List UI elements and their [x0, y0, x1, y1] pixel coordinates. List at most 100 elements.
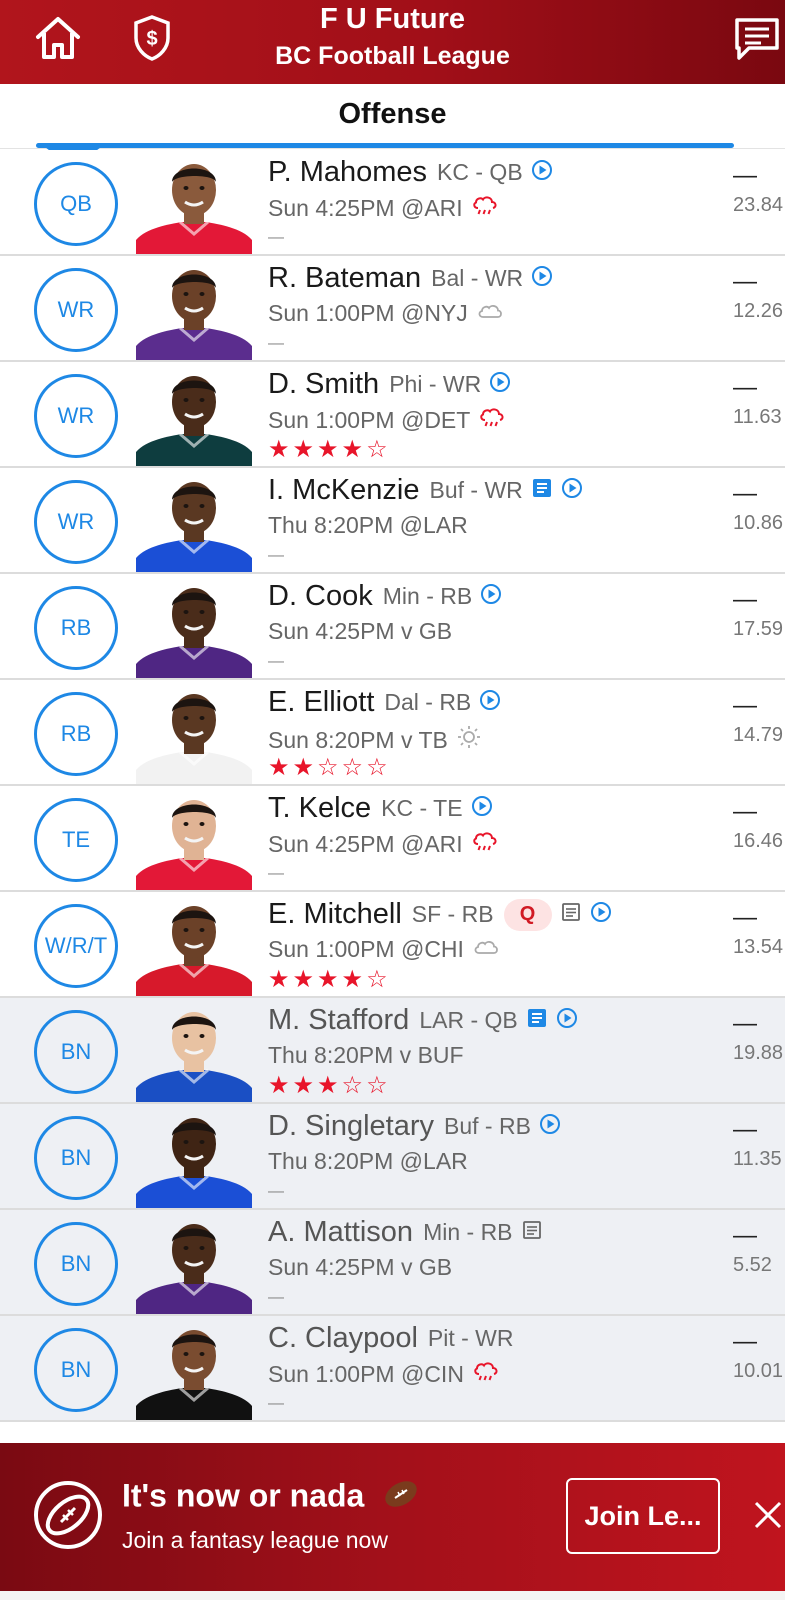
player-name-line: E. Mitchell SF - RB Q [268, 898, 612, 931]
player-photo[interactable] [136, 576, 252, 678]
player-game-line: Sun 1:00PM @DET [268, 406, 506, 434]
player-photo[interactable] [136, 1000, 252, 1102]
roster-slot-button[interactable]: WR [34, 268, 118, 352]
projected-points: 17.59 [733, 618, 784, 640]
projected-points: 16.46 [733, 830, 784, 852]
actual-points: — [733, 692, 757, 719]
matchup-rating-stars: ★★★☆☆ [268, 1072, 391, 1099]
cloud-weather-icon [476, 300, 504, 327]
player-rating-line: — [268, 544, 284, 568]
video-play-icon[interactable] [531, 265, 553, 292]
player-photo[interactable] [136, 894, 252, 996]
player-name[interactable]: D. Cook [268, 580, 373, 613]
position-tab-bar: Offense [0, 84, 785, 169]
actual-points: — [733, 586, 757, 613]
player-name[interactable]: D. Smith [268, 368, 379, 401]
player-name[interactable]: E. Mitchell [268, 898, 402, 931]
player-row[interactable]: BN A. Mattison Min - RB Sun 4:25PM v GB — — 5.… [0, 1210, 785, 1316]
video-play-icon[interactable] [539, 1113, 561, 1140]
roster-slot-button[interactable]: RB [34, 692, 118, 776]
player-row[interactable]: RB D. Cook Min - RB Sun 4:25PM v GB — — 17.59 [0, 574, 785, 680]
video-play-icon[interactable] [556, 1007, 578, 1034]
video-play-icon[interactable] [489, 371, 511, 398]
player-name[interactable]: C. Claypool [268, 1322, 418, 1355]
player-row[interactable]: WR R. Bateman Bal - WR Sun 1:00PM @NYJ — — 12.… [0, 256, 785, 362]
cloud-weather-icon [472, 936, 500, 963]
projected-points: 10.01 [733, 1360, 784, 1382]
player-name[interactable]: M. Stafford [268, 1004, 409, 1037]
video-play-icon[interactable] [479, 689, 501, 716]
player-name[interactable]: P. Mahomes [268, 156, 427, 189]
player-row[interactable]: WR I. McKenzie Buf - WR Thu 8:20PM @LAR — — 10… [0, 468, 785, 574]
player-name[interactable]: T. Kelce [268, 792, 371, 825]
player-photo[interactable] [136, 364, 252, 466]
video-play-icon[interactable] [480, 583, 502, 610]
tab-offense[interactable]: Offense [0, 98, 785, 131]
player-photo[interactable] [136, 682, 252, 784]
player-name[interactable]: D. Singletary [268, 1110, 434, 1143]
player-photo[interactable] [136, 1318, 252, 1420]
player-row[interactable]: BN D. Singletary Buf - RB Thu 8:20PM @LAR — —… [0, 1104, 785, 1210]
player-photo[interactable] [136, 470, 252, 572]
news-note-icon[interactable] [521, 1219, 543, 1246]
player-row[interactable]: BN C. Claypool Pit - WR Sun 1:00PM @CIN — — 10… [0, 1316, 785, 1422]
actual-points: — [733, 798, 757, 825]
league-title: F U Future [320, 3, 465, 35]
roster-slot-button[interactable]: TE [34, 798, 118, 882]
news-note-icon[interactable] [560, 901, 582, 928]
roster-slot-button[interactable]: W/R/T [34, 904, 118, 988]
player-name[interactable]: A. Mattison [268, 1216, 413, 1249]
player-name[interactable]: E. Elliott [268, 686, 374, 719]
player-name-line: R. Bateman Bal - WR [268, 262, 553, 295]
roster-slot-button[interactable]: BN [34, 1222, 118, 1306]
video-play-icon[interactable] [561, 477, 583, 504]
roster-list: QB P. Mahomes KC - QB Sun 4:25PM @ARI — — 23.8… [0, 150, 785, 1422]
promo-banner[interactable]: It's now or nada Join a fantasy league n… [0, 1443, 785, 1591]
video-play-icon[interactable] [590, 901, 612, 928]
matchup-rating-empty: — [268, 229, 284, 246]
news-note-icon[interactable] [526, 1007, 548, 1034]
video-play-icon[interactable] [531, 159, 553, 186]
game-time: Thu 8:20PM v BUF [268, 1042, 464, 1068]
close-icon[interactable] [752, 1497, 784, 1535]
actual-points: — [733, 904, 757, 931]
chat-icon[interactable] [727, 8, 785, 68]
player-rating-line: — [268, 650, 284, 674]
player-name[interactable]: I. McKenzie [268, 474, 420, 507]
player-name-line: D. Smith Phi - WR [268, 368, 511, 401]
tab-underline [36, 143, 734, 148]
video-play-icon[interactable] [471, 795, 493, 822]
player-row[interactable]: QB P. Mahomes KC - QB Sun 4:25PM @ARI — — 23.8… [0, 150, 785, 256]
football-logo-icon [32, 1479, 104, 1551]
player-photo[interactable] [136, 1212, 252, 1314]
player-row[interactable]: RB E. Elliott Dal - RB Sun 8:20PM v TB ★★☆☆☆… [0, 680, 785, 786]
roster-slot-button[interactable]: QB [34, 162, 118, 246]
player-photo[interactable] [136, 788, 252, 890]
player-rating-line: ★★★★☆ [268, 968, 391, 992]
news-note-icon[interactable] [531, 477, 553, 504]
matchup-rating-stars: ★★☆☆☆ [268, 754, 391, 781]
player-photo[interactable] [136, 152, 252, 254]
roster-slot-button[interactable]: WR [34, 480, 118, 564]
player-team-position: Bal - WR [431, 265, 524, 291]
player-photo[interactable] [136, 258, 252, 360]
join-league-button[interactable]: Join Le... [566, 1478, 720, 1554]
player-name[interactable]: R. Bateman [268, 262, 421, 295]
actual-points: — [733, 374, 757, 401]
player-photo[interactable] [136, 1106, 252, 1208]
roster-slot-button[interactable]: BN [34, 1010, 118, 1094]
actual-points: — [733, 480, 757, 507]
player-row[interactable]: BN M. Stafford LAR - QB Thu 8:20PM v BUF ★★★… [0, 998, 785, 1104]
injury-status-badge: Q [503, 898, 552, 931]
roster-slot-button[interactable]: BN [34, 1116, 118, 1200]
player-row[interactable]: WR D. Smith Phi - WR Sun 1:00PM @DET ★★★★☆ — 1… [0, 362, 785, 468]
player-team-position: SF - RB [411, 901, 494, 927]
roster-slot-button[interactable]: WR [34, 374, 118, 458]
projected-points: 13.54 [733, 936, 784, 958]
roster-slot-button[interactable]: BN [34, 1328, 118, 1412]
game-time: Thu 8:20PM @LAR [268, 1148, 468, 1174]
player-row[interactable]: TE T. Kelce KC - TE Sun 4:25PM @ARI — — 16.46 [0, 786, 785, 892]
roster-slot-button[interactable]: RB [34, 586, 118, 670]
player-row[interactable]: W/R/T E. Mitchell SF - RB Q Sun 1:00PM @CHI ★… [0, 892, 785, 998]
bottom-strip [0, 1591, 785, 1600]
